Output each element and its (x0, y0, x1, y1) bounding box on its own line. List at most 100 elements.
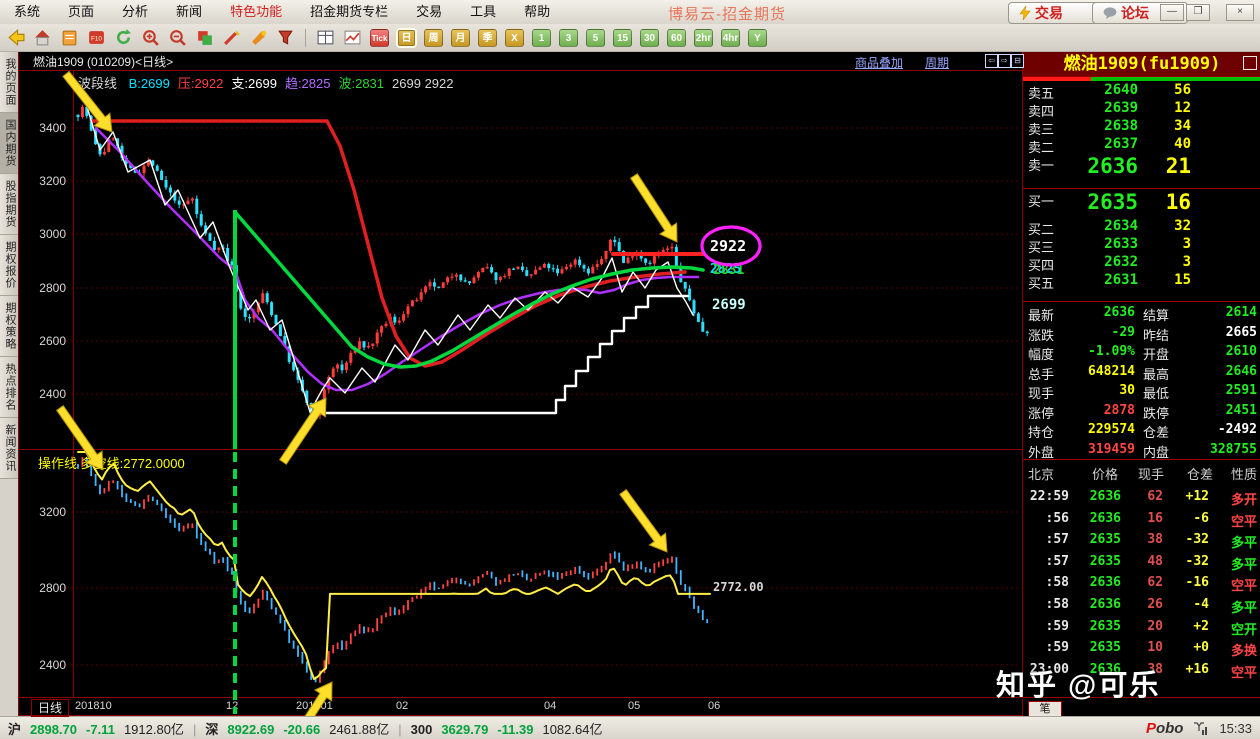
quote-row-7: 外盘 319459 内盘 328755 (1023, 442, 1260, 462)
bid-row-4[interactable]: 买四 2632 3 (1023, 254, 1260, 272)
menu-item-0[interactable]: 系统 (0, 0, 54, 24)
watermark: 知乎 @可乐 (996, 662, 1160, 704)
quote-label: 总手 (1028, 364, 1054, 383)
period-button-5[interactable]: 5 (586, 29, 605, 47)
period-button-季[interactable]: 季 (478, 29, 497, 47)
overlay-icon[interactable] (195, 28, 214, 47)
menu-item-4[interactable]: 特色功能 (216, 0, 296, 24)
tape-volume: 38 (1147, 532, 1163, 547)
bid-row-2[interactable]: 买二 2634 32 (1023, 218, 1260, 236)
quote-row-4: 现手 30 最低 2591 (1023, 383, 1260, 403)
tape-time: :59 (1025, 640, 1069, 655)
ask-row-5[interactable]: 卖五 2640 56 (1023, 82, 1260, 100)
menu-item-8[interactable]: 帮助 (510, 0, 564, 24)
menu-item-3[interactable]: 新闻 (162, 0, 216, 24)
period-button-周[interactable]: 周 (424, 29, 443, 47)
period-button-15[interactable]: 15 (613, 29, 632, 47)
tape-col-nature: 性质 (1231, 464, 1257, 483)
quote-value: 2665 (1226, 325, 1257, 340)
contract-title[interactable]: 燃油1909(fu1909) (1023, 52, 1260, 76)
zoom-in-icon[interactable] (141, 28, 160, 47)
period-button-1[interactable]: 1 (532, 29, 551, 47)
menu-item-2[interactable]: 分析 (108, 0, 162, 24)
ask-row-4[interactable]: 卖四 2639 12 (1023, 100, 1260, 118)
period-button-30[interactable]: 30 (640, 29, 659, 47)
sidebar-tab-2[interactable]: 股指期货 (0, 174, 18, 235)
maximize-icon: ❐ (1194, 6, 1203, 17)
tape-volume: 62 (1147, 489, 1163, 504)
tape-row-5: :58 2636 26 -4 多平 (1023, 597, 1260, 618)
draw-icon[interactable] (222, 28, 241, 47)
sidebar-tab-1[interactable]: 国内期货 (0, 113, 18, 174)
quote-row-2: 幅度 -1.09% 开盘 2610 (1023, 344, 1260, 364)
bid-volume: 16 (1166, 190, 1191, 214)
back-icon[interactable] (6, 28, 25, 47)
sidebar-tab-3[interactable]: 期权报价 (0, 235, 18, 296)
tape-row-1: :56 2636 16 -6 空平 (1023, 511, 1260, 532)
sidebar-tab-6[interactable]: 新闻资讯 (0, 418, 18, 479)
tape-volume: 10 (1147, 640, 1163, 655)
bid-volume: 32 (1174, 218, 1191, 234)
annotation-arrow-2 (631, 174, 677, 242)
period-button-日[interactable]: 日 (397, 29, 416, 47)
annotation-ellipse (702, 227, 760, 265)
quote-value: 2636 (1104, 305, 1135, 320)
tape-price: 2635 (1090, 554, 1121, 569)
tape-oi-change: -4 (1193, 597, 1209, 612)
sidebar-tab-4[interactable]: 期权策略 (0, 296, 18, 357)
home-icon[interactable] (33, 28, 52, 47)
tape-volume: 20 (1147, 619, 1163, 634)
ask-row-1[interactable]: 卖一 2636 21 (1023, 154, 1260, 180)
quote-label: 持仓 (1028, 422, 1054, 441)
tape-oi-change: +12 (1186, 489, 1209, 504)
annotation-arrow-3 (57, 406, 103, 470)
refresh-icon[interactable] (114, 28, 133, 47)
sidebar-tab-0[interactable]: 我的页面 (0, 52, 18, 113)
period-button-4hr[interactable]: 4hr (721, 29, 740, 47)
tape-oi-change: +0 (1193, 640, 1209, 655)
zoom-out-icon[interactable] (168, 28, 187, 47)
ask-price: 2638 (1104, 118, 1138, 134)
filter-icon[interactable] (276, 28, 295, 47)
tape-nature: 空开 (1231, 619, 1257, 638)
f10-icon[interactable]: F10 (87, 28, 106, 47)
menu-item-7[interactable]: 工具 (456, 0, 510, 24)
period-button-2hr[interactable]: 2hr (694, 29, 713, 47)
bid-row-3[interactable]: 买三 2633 3 (1023, 236, 1260, 254)
quote-value: 2878 (1104, 403, 1135, 418)
sidebar-tab-5[interactable]: 热点排名 (0, 357, 18, 418)
menu-item-6[interactable]: 交易 (402, 0, 456, 24)
ask-row-3[interactable]: 卖三 2638 34 (1023, 118, 1260, 136)
menu-item-5[interactable]: 招金期货专栏 (296, 0, 402, 24)
alert-icon[interactable] (249, 28, 268, 47)
lightning-icon (1019, 6, 1031, 20)
period-button-Tick[interactable]: Tick (370, 29, 389, 47)
period-button-3[interactable]: 3 (559, 29, 578, 47)
bid-price: 2634 (1104, 218, 1138, 234)
period-button-60[interactable]: 60 (667, 29, 686, 47)
left-sidebar: 我的页面国内期货股指期货期权报价期权策略热点排名新闻资讯 (0, 52, 19, 716)
sell-ratio-bar (1023, 77, 1091, 81)
bid-row-1[interactable]: 买一 2635 16 (1023, 190, 1260, 216)
close-icon: × (1237, 6, 1243, 17)
menu-item-1[interactable]: 页面 (54, 0, 108, 24)
quote-label: 最新 (1028, 305, 1054, 324)
panel-maximize-icon[interactable] (1243, 56, 1257, 70)
period-button-X[interactable]: X (505, 29, 524, 47)
bid-row-5[interactable]: 买五 2631 15 (1023, 272, 1260, 290)
chart-region[interactable]: 燃油1909 (010209)<日线> 商品叠加 周期 ⇦ ⇨ ⊟ 波段线 B:… (19, 52, 1022, 716)
close-button[interactable]: × (1226, 4, 1254, 21)
tape-oi-change: +16 (1186, 662, 1209, 677)
bid-price: 2633 (1104, 236, 1138, 252)
quote-table-icon[interactable] (316, 28, 335, 47)
ask-row-2[interactable]: 卖二 2637 40 (1023, 136, 1260, 154)
note-icon[interactable] (60, 28, 79, 47)
pobo-logo: Pobo (1146, 720, 1184, 737)
status-bar: 沪2898.70-7.111912.80亿|深8922.69-20.662461… (0, 716, 1260, 739)
period-button-Y[interactable]: Y (748, 29, 767, 47)
quote-label: 结算 (1143, 305, 1169, 324)
maximize-button[interactable]: ❐ (1186, 4, 1210, 21)
period-button-月[interactable]: 月 (451, 29, 470, 47)
minimize-button[interactable]: — (1160, 4, 1184, 21)
kline-icon[interactable] (343, 28, 362, 47)
